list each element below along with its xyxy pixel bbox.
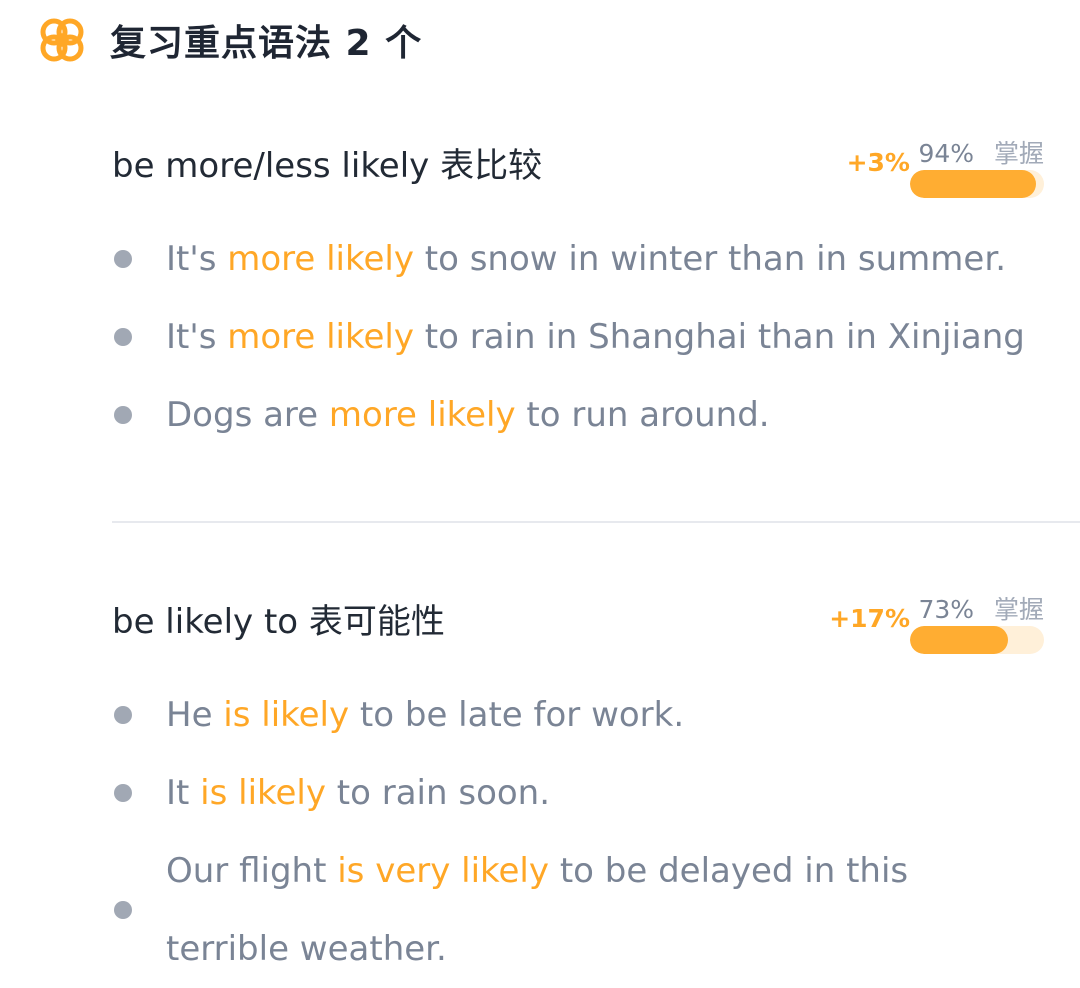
mastery-percent: 94%	[918, 139, 975, 168]
page-title: 复习重点语法 2 个	[110, 23, 423, 64]
example-item: It's more likely to snow in winter than …	[112, 220, 1052, 298]
example-item: Our flight is very likely to be delayed …	[112, 832, 1052, 988]
example-text-after: to rain soon.	[326, 773, 551, 813]
example-text-after: to run around.	[515, 395, 770, 435]
example-text-before: It's	[166, 317, 228, 357]
example-sentence: He is likely to be late for work.	[166, 676, 684, 754]
example-highlight: more likely	[227, 317, 414, 357]
example-text-after: to snow in winter than in summer.	[413, 239, 1006, 279]
example-text-after: to be late for work.	[349, 695, 685, 735]
example-list: He is likely to be late for work. It is …	[112, 676, 1052, 988]
example-sentence: It's more likely to rain in Shanghai tha…	[166, 298, 1025, 376]
example-text-before: He	[166, 695, 224, 735]
example-text-after: to rain in Shanghai than in Xinjiang	[413, 317, 1025, 357]
example-list: It's more likely to snow in winter than …	[112, 220, 1052, 454]
mastery-percent-line: 73% 掌握	[918, 590, 1044, 626]
example-text-before: Dogs are	[166, 395, 329, 435]
bullet-point	[114, 784, 132, 802]
example-highlight: is likely	[223, 695, 350, 735]
example-highlight: more likely	[328, 395, 516, 435]
grammar-title: be more/less likely 表比较	[112, 146, 543, 186]
mastery-progress-track	[910, 170, 1044, 198]
mastery-delta: +3%	[846, 148, 910, 177]
review-header: 复习重点语法 2 个	[36, 12, 422, 68]
example-sentence: It is likely to rain soon.	[166, 754, 550, 832]
grammar-title: be likely to 表可能性	[112, 602, 445, 642]
mastery-percent: 73%	[918, 595, 975, 624]
bullet-point	[114, 328, 132, 346]
mastery-progress-fill	[910, 626, 1008, 654]
example-highlight: is likely	[200, 773, 326, 813]
example-text-before: Our flight	[166, 851, 338, 891]
example-item: He is likely to be late for work.	[112, 676, 1052, 754]
mastery-progress-fill	[910, 170, 1036, 198]
example-text-before: It's	[166, 239, 228, 279]
mastery-percent-line: 94% 掌握	[918, 134, 1044, 170]
mastery-label: 掌握	[993, 139, 1044, 168]
example-item: Dogs are more likely to run around.	[112, 376, 1052, 454]
bullet-point	[114, 250, 132, 268]
example-sentence: It's more likely to snow in winter than …	[166, 220, 1006, 298]
example-sentence: Dogs are more likely to run around.	[166, 376, 770, 454]
mastery-stat: +17% 73% 掌握	[824, 588, 1044, 668]
mastery-label: 掌握	[993, 595, 1044, 624]
bullet-point	[114, 406, 132, 424]
bullet-point	[114, 901, 132, 919]
example-highlight: more likely	[227, 239, 414, 279]
example-item: It's more likely to rain in Shanghai tha…	[112, 298, 1052, 376]
mastery-stat: +3% 94% 掌握	[824, 132, 1044, 212]
orange-ring-knot-icon	[40, 18, 84, 62]
example-text-before: It	[166, 773, 201, 813]
example-highlight: is very likely	[337, 851, 550, 891]
example-sentence: Our flight is very likely to be delayed …	[166, 832, 926, 988]
mastery-delta: +17%	[829, 604, 910, 633]
section-divider	[112, 521, 1080, 523]
mastery-progress-track	[910, 626, 1044, 654]
bullet-point	[114, 706, 132, 724]
example-item: It is likely to rain soon.	[112, 754, 1052, 832]
